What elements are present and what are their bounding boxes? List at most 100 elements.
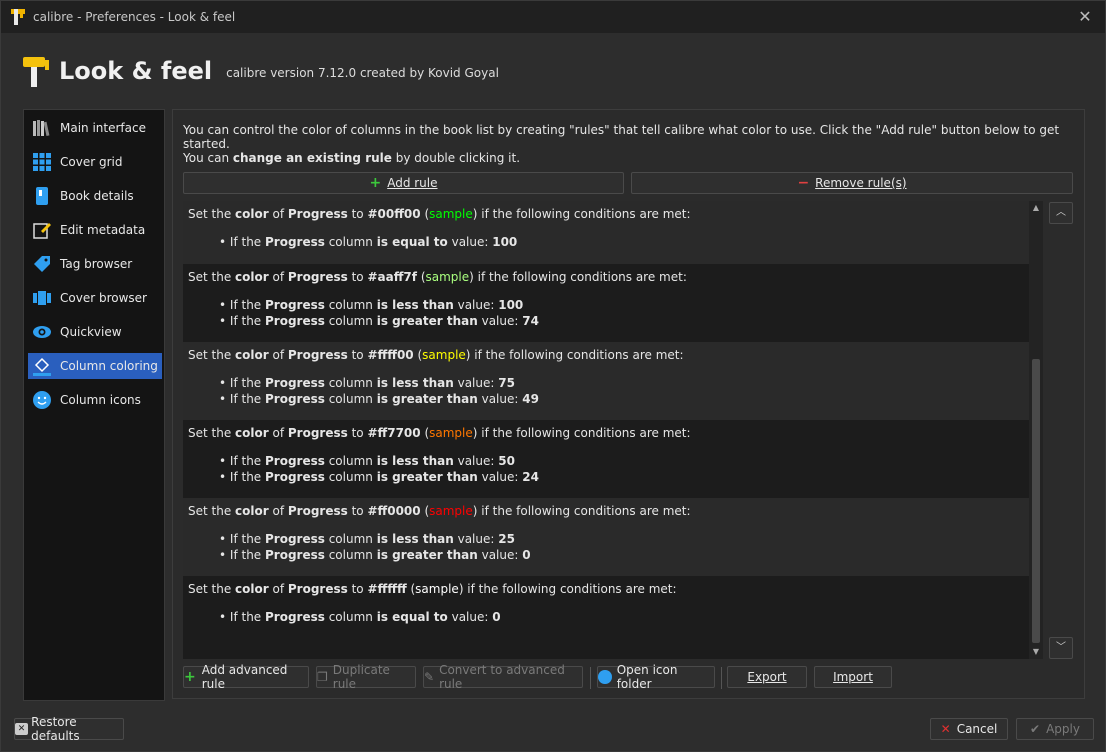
rule-row[interactable]: Set the color of Progress to #aaff7f (sa… [183,264,1029,342]
rule-condition: • If the Progress column is equal to val… [219,235,517,249]
move-rule-down-button[interactable]: ﹀ [1049,637,1073,659]
sidebar-item-main-interface[interactable]: Main interface [28,115,162,141]
rule-column: Progress [287,426,348,440]
rule-operator: is less than [376,298,454,312]
duplicate-rule-button[interactable]: ❐ Duplicate rule [316,663,416,691]
bullet-icon: • [219,376,230,390]
rule-row[interactable]: Set the color of Progress to #ffff00 (sa… [183,342,1029,420]
rule-text: column [324,470,377,484]
scrollbar-thumb[interactable] [1032,359,1040,643]
rule-text: Set the [188,504,236,518]
toolbar-separator [590,667,591,689]
sidebar-item-column-coloring[interactable]: Column coloring [28,353,162,379]
rule-operator: is less than [376,532,454,546]
rule-text: ) if the following conditions are met: [472,207,691,221]
sidebar-item-edit-metadata[interactable]: Edit metadata [28,217,162,243]
rule-text: ( [413,348,423,362]
edit-icon [32,220,52,240]
rule-text: If the [229,392,265,406]
scroll-up-arrow-icon[interactable]: ▲ [1031,203,1041,213]
rule-text: If the [229,470,265,484]
color-sample: sample [425,270,470,284]
scroll-down-arrow-icon[interactable]: ▼ [1031,647,1041,657]
rule-operator: is equal to [376,235,448,249]
rule-condition: • If the Progress column is greater than… [219,314,539,328]
sidebar-item-book-details[interactable]: Book details [28,183,162,209]
rule-color-value: #aaff7f [367,270,417,284]
rule-condition: • If the Progress column is less than va… [219,298,523,312]
rule-operator: is equal to [376,610,448,624]
bullet-icon: • [219,532,230,546]
rule-row[interactable]: Set the color of Progress to #ffffff (sa… [183,576,1029,659]
rule-condition: • If the Progress column is greater than… [219,470,539,484]
open-icon-folder-button[interactable]: Open icon folder [597,663,715,691]
eraser-icon: ✕ [15,723,29,735]
rule-text: to [347,207,368,221]
rule-row[interactable]: Set the color of Progress to #00ff00 (sa… [183,201,1029,264]
rule-text: to [347,426,368,440]
export-button[interactable]: Export [727,666,807,688]
rule-column: Progress [265,392,325,406]
rule-column: Progress [287,348,348,362]
rule-column: Progress [265,548,325,562]
rule-text: value: [453,376,499,390]
rule-condition: • If the Progress column is less than va… [219,454,515,468]
rule-text: Set the [188,582,236,596]
close-icon[interactable]: ✕ [1075,7,1095,27]
rule-text: color [235,348,269,362]
rule-text: ) if the following conditions are met: [458,582,677,596]
rule-heading: Set the color of Progress to #aaff7f (sa… [188,270,687,284]
sidebar-item-tag-browser[interactable]: Tag browser [28,251,162,277]
sidebar-item-quickview[interactable]: Quickview [28,319,162,345]
preferences-window: calibre - Preferences - Look & feel ✕ Lo… [0,0,1106,752]
rule-text: color [235,582,269,596]
add-rule-button[interactable]: + Add rule [183,172,624,194]
rule-column: Progress [287,504,348,518]
rule-row[interactable]: Set the color of Progress to #ff7700 (sa… [183,420,1029,498]
rule-column: Progress [287,270,348,284]
rule-text: If the [229,548,265,562]
restore-defaults-button[interactable]: ✕ Restore defaults [14,715,124,743]
rule-color-value: #ffffff [367,582,407,596]
color-sample: sample [429,504,473,518]
bullet-icon: • [219,392,230,406]
apply-button[interactable]: ✔ Apply [1016,718,1094,740]
rule-value: 75 [498,376,515,390]
rule-text: ( [420,504,430,518]
convert-to-advanced-button[interactable]: ✎ Convert to advanced rule [423,663,583,691]
rules-list[interactable]: Set the color of Progress to #00ff00 (sa… [183,201,1029,659]
rule-value: 50 [498,454,515,468]
sidebar-item-cover-grid[interactable]: Cover grid [28,149,162,175]
rule-value: 100 [492,235,518,249]
cancel-button[interactable]: ✕ Cancel [930,718,1008,740]
bullet-icon: • [219,610,230,624]
rules-scrollbar[interactable]: ▲ ▼ [1029,201,1043,659]
rule-value: 0 [492,610,501,624]
rule-text: of [268,582,288,596]
rule-text: Set the [188,426,236,440]
move-rule-up-button[interactable]: ︿ [1049,202,1073,224]
add-advanced-rule-button[interactable]: + Add advanced rule [183,663,309,691]
rule-text: value: [453,298,499,312]
import-button[interactable]: Import [814,666,892,688]
look-feel-icon [23,55,51,87]
rule-text: column [324,610,377,624]
rule-text: value: [477,470,523,484]
intro-text-2: You can change an existing rule by doubl… [183,151,521,165]
bullet-icon: • [219,454,230,468]
rule-condition: • If the Progress column is less than va… [219,376,515,390]
rule-text: If the [229,235,265,249]
rule-text: ( [406,582,416,596]
grid-icon [32,152,52,172]
sidebar-item-cover-browser[interactable]: Cover browser [28,285,162,311]
tag-icon [32,254,52,274]
rule-operator: is greater than [376,314,478,328]
remove-rule-button[interactable]: − Remove rule(s) [631,172,1073,194]
rule-text: value: [447,610,493,624]
rule-text: If the [229,454,265,468]
rule-row[interactable]: Set the color of Progress to #ff0000 (sa… [183,498,1029,576]
rule-text: ) if the following conditions are met: [469,270,687,284]
rule-text: ) if the following conditions are met: [472,426,691,440]
sidebar-item-column-icons[interactable]: Column icons [28,387,162,413]
rule-text: column [324,392,377,406]
